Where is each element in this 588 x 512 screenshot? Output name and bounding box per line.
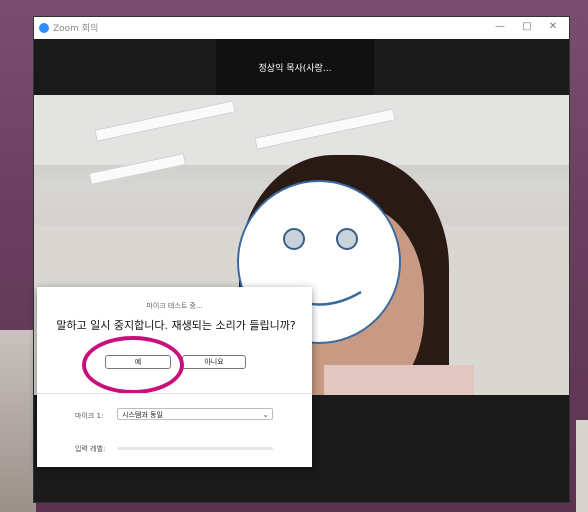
window-title: Zoom 회의 — [53, 24, 99, 34]
person-shirt — [324, 365, 474, 395]
chevron-down-icon: ⌄ — [262, 410, 269, 419]
close-icon[interactable]: ✕ — [545, 20, 561, 34]
input-level-label: 입력 레벨: — [75, 445, 106, 453]
mic-select-value: 시스템과 동일 — [122, 411, 163, 419]
participant-name: 정상익 목사(사랑... — [258, 64, 332, 74]
mic-label: 마이크 1: — [75, 412, 104, 420]
no-button[interactable]: 아니요 — [182, 355, 246, 369]
dialog-divider — [37, 393, 312, 394]
dialog-title: 마이크 테스트 중... — [146, 302, 203, 310]
zoom-window: Zoom 회의 — □ ✕ 정상익 목사(사랑... ✕ 마이크 테스트 중..… — [34, 17, 569, 502]
title-bar: Zoom 회의 — □ ✕ — [34, 17, 569, 39]
mic-select[interactable]: 시스템과 동일 ⌄ — [117, 408, 273, 420]
zoom-app-icon — [39, 23, 49, 33]
mic-test-dialog: 마이크 테스트 중... 말하고 일시 중지합니다. 재생되는 소리가 들립니까… — [37, 287, 312, 467]
dialog-question: 말하고 일시 중지합니다. 재생되는 소리가 들립니까? — [56, 319, 296, 332]
participant-thumbnail[interactable]: 정상익 목사(사랑... ✕ — [216, 39, 374, 111]
background-left — [0, 330, 36, 512]
minimize-icon[interactable]: — — [492, 20, 508, 34]
highlight-circle — [82, 336, 184, 394]
input-level-meter — [117, 447, 273, 450]
background-right — [576, 420, 588, 512]
maximize-icon[interactable]: □ — [519, 20, 535, 34]
